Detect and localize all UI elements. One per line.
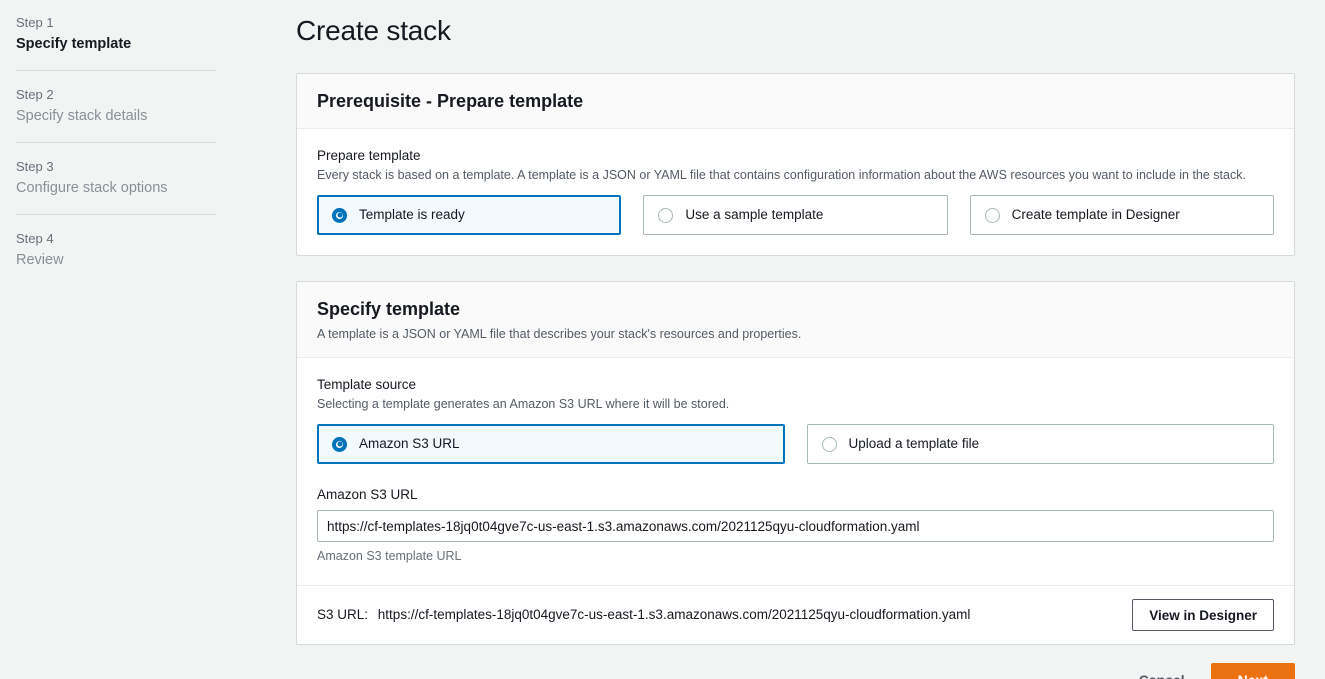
step-1-title: Specify template (16, 34, 280, 54)
step-2-number: Step 2 (16, 86, 280, 104)
s3-url-input[interactable] (317, 510, 1274, 542)
s3-url-field-group: Amazon S3 URL Amazon S3 template URL (317, 486, 1274, 565)
prepare-template-description: Every stack is based on a template. A te… (317, 167, 1274, 184)
radio-icon-template-is-ready (332, 208, 347, 223)
s3-url-summary-label: S3 URL: (317, 607, 368, 622)
template-source-options: Amazon S3 URL Upload a template file (317, 424, 1274, 464)
radio-icon-upload-a-template-file (822, 437, 837, 452)
page-title: Create stack (296, 14, 1295, 48)
radio-icon-amazon-s3-url (332, 437, 347, 452)
step-3-number: Step 3 (16, 158, 280, 176)
radio-icon-create-template-in-designer (985, 208, 1000, 223)
radio-tile-template-is-ready[interactable]: Template is ready (317, 195, 621, 235)
specify-template-heading: Specify template (317, 298, 1274, 320)
sidebar-step-4[interactable]: Step 4 Review (16, 230, 280, 270)
radio-label-create-template-in-designer: Create template in Designer (1012, 206, 1180, 224)
specify-template-card-body: Template source Selecting a template gen… (297, 358, 1294, 585)
radio-tile-use-a-sample-template[interactable]: Use a sample template (643, 195, 947, 235)
step-4-number: Step 4 (16, 230, 280, 248)
page-actions: Cancel Next (296, 663, 1295, 679)
prepare-template-options: Template is ready Use a sample template … (317, 195, 1274, 235)
radio-tile-create-template-in-designer[interactable]: Create template in Designer (970, 195, 1274, 235)
s3-url-input-hint: Amazon S3 template URL (317, 548, 1274, 565)
specify-template-card: Specify template A template is a JSON or… (296, 281, 1295, 645)
template-source-label: Template source (317, 376, 1274, 394)
prepare-template-label: Prepare template (317, 147, 1274, 165)
sidebar-step-2[interactable]: Step 2 Specify stack details (16, 86, 280, 126)
radio-label-upload-a-template-file: Upload a template file (849, 435, 980, 453)
step-1-number: Step 1 (16, 14, 280, 32)
radio-icon-use-a-sample-template (658, 208, 673, 223)
view-in-designer-button[interactable]: View in Designer (1132, 599, 1274, 631)
main-content: Create stack Prerequisite - Prepare temp… (296, 0, 1325, 679)
radio-label-amazon-s3-url: Amazon S3 URL (359, 435, 460, 453)
create-stack-page: Step 1 Specify template Step 2 Specify s… (0, 0, 1325, 679)
step-2-title: Specify stack details (16, 106, 280, 126)
wizard-sidebar: Step 1 Specify template Step 2 Specify s… (0, 0, 296, 679)
sidebar-divider-3 (16, 214, 216, 215)
next-button[interactable]: Next (1211, 663, 1295, 679)
sidebar-step-3[interactable]: Step 3 Configure stack options (16, 158, 280, 198)
s3-url-summary: S3 URL: https://cf-templates-18jq0t04gve… (317, 605, 970, 625)
prerequisite-card-header: Prerequisite - Prepare template (297, 74, 1294, 129)
sidebar-step-1[interactable]: Step 1 Specify template (16, 14, 280, 54)
radio-label-template-is-ready: Template is ready (359, 206, 465, 224)
prerequisite-card-body: Prepare template Every stack is based on… (297, 129, 1294, 255)
specify-template-subheading: A template is a JSON or YAML file that d… (317, 325, 1274, 343)
specify-template-card-header: Specify template A template is a JSON or… (297, 282, 1294, 358)
s3-url-footer: S3 URL: https://cf-templates-18jq0t04gve… (297, 585, 1294, 644)
s3-url-summary-value: https://cf-templates-18jq0t04gve7c-us-ea… (378, 607, 971, 622)
s3-url-input-label: Amazon S3 URL (317, 486, 1274, 504)
sidebar-divider-2 (16, 142, 216, 143)
prerequisite-heading: Prerequisite - Prepare template (317, 90, 1274, 112)
radio-tile-amazon-s3-url[interactable]: Amazon S3 URL (317, 424, 785, 464)
cancel-button[interactable]: Cancel (1131, 666, 1193, 679)
step-3-title: Configure stack options (16, 178, 280, 198)
template-source-description: Selecting a template generates an Amazon… (317, 396, 1274, 413)
radio-tile-upload-a-template-file[interactable]: Upload a template file (807, 424, 1275, 464)
step-4-title: Review (16, 250, 280, 270)
radio-label-use-a-sample-template: Use a sample template (685, 206, 823, 224)
prerequisite-card: Prerequisite - Prepare template Prepare … (296, 73, 1295, 256)
sidebar-divider-1 (16, 70, 216, 71)
